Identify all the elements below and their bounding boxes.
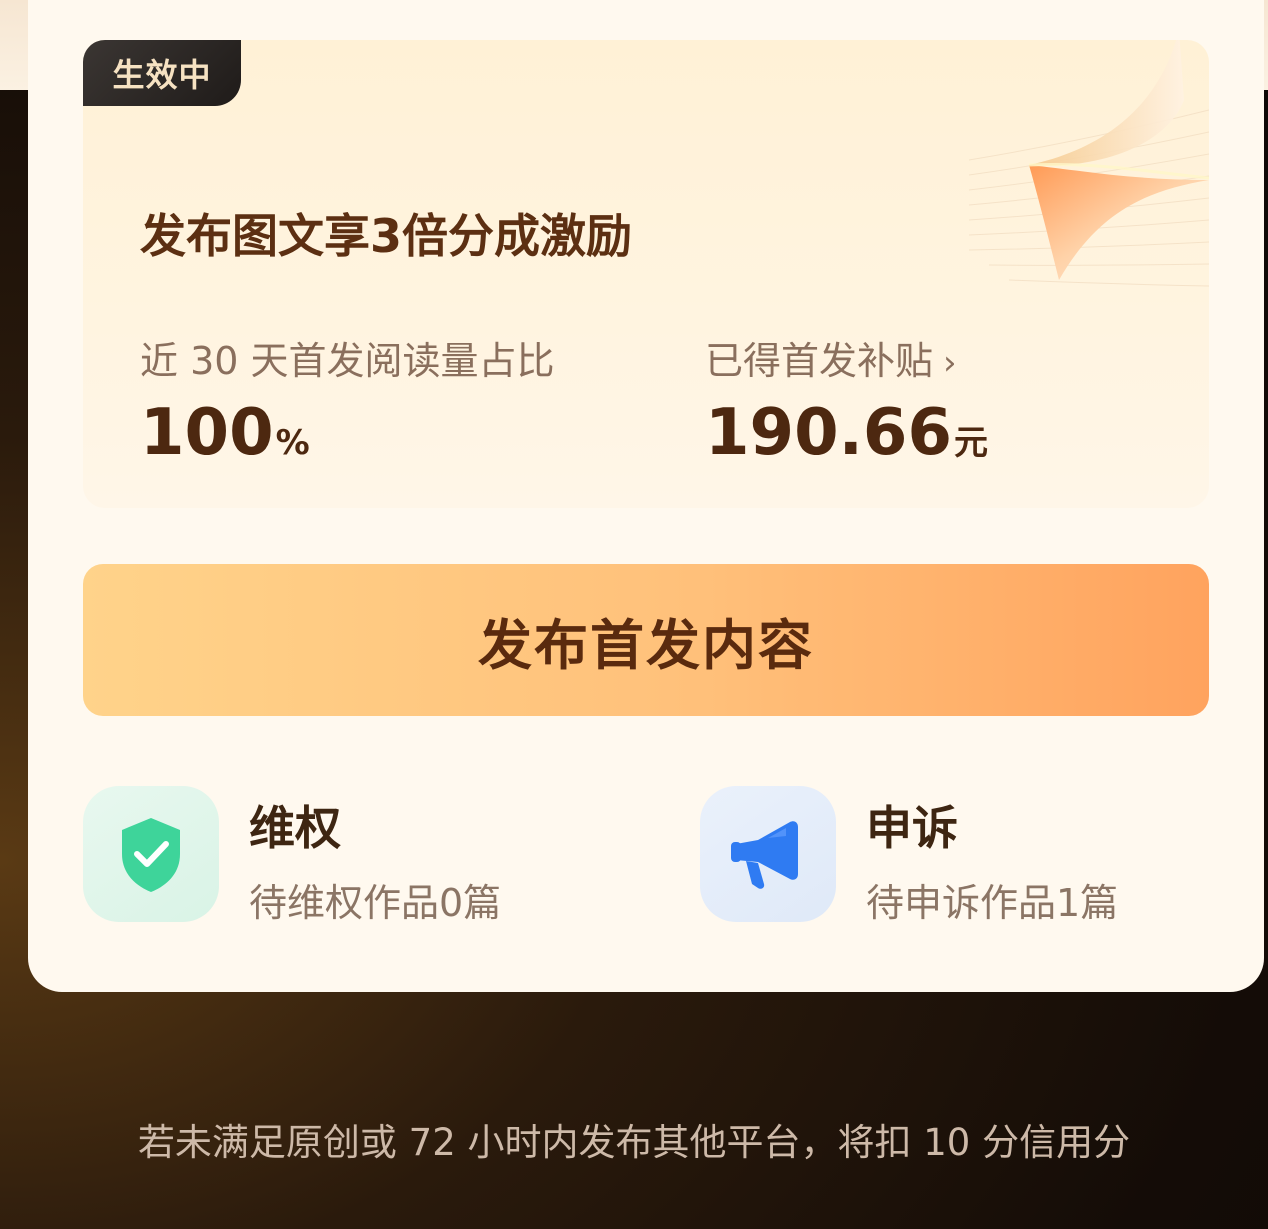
read-share-number: 100 (140, 396, 274, 470)
subsidy-label: 已得首发补贴 (705, 339, 934, 383)
rights-protection-title: 维权 (249, 801, 341, 855)
rights-protection-icon-box (83, 786, 219, 922)
subsidy-number: 190.66 (705, 396, 952, 470)
publish-button-label: 发布首发内容 (478, 615, 814, 676)
first-publish-card: 生效中 发布图文享3倍分成激励 近 30 天首发阅读量占比 100% 已得首发补… (28, 0, 1264, 992)
read-share-value: 100% (140, 396, 310, 470)
chevron-right-icon: › (943, 343, 957, 383)
appeal-entry[interactable]: 申诉 待申诉作品1篇 (700, 786, 1220, 925)
megaphone-icon (731, 821, 798, 889)
appeal-icon-box (700, 786, 836, 922)
status-badge: 生效中 (83, 40, 241, 106)
rights-protection-entry[interactable]: 维权 待维权作品0篇 (83, 786, 603, 925)
read-share-label: 近 30 天首发阅读量占比 (140, 339, 555, 383)
publish-first-content-button[interactable]: 发布首发内容 (83, 564, 1209, 716)
appeal-subtitle: 待申诉作品1篇 (866, 881, 1119, 925)
incentive-panel: 生效中 发布图文享3倍分成激励 近 30 天首发阅读量占比 100% 已得首发补… (83, 40, 1209, 508)
subsidy-link[interactable]: 已得首发补贴 › (705, 330, 957, 385)
shield-check-icon (122, 818, 180, 892)
credit-penalty-notice: 若未满足原创或 72 小时内发布其他平台，将扣 10 分信用分 (137, 1121, 1131, 1164)
status-badge-label: 生效中 (112, 56, 212, 94)
subsidy-value: 190.66元 (705, 396, 988, 470)
appeal-title: 申诉 (866, 801, 958, 855)
rights-protection-subtitle: 待维权作品0篇 (249, 881, 502, 925)
decorative-ribbon-graphic (968, 40, 1209, 287)
panel-title: 发布图文享3倍分成激励 (140, 209, 633, 263)
read-share-unit: % (275, 423, 310, 463)
subsidy-unit: 元 (953, 423, 988, 463)
